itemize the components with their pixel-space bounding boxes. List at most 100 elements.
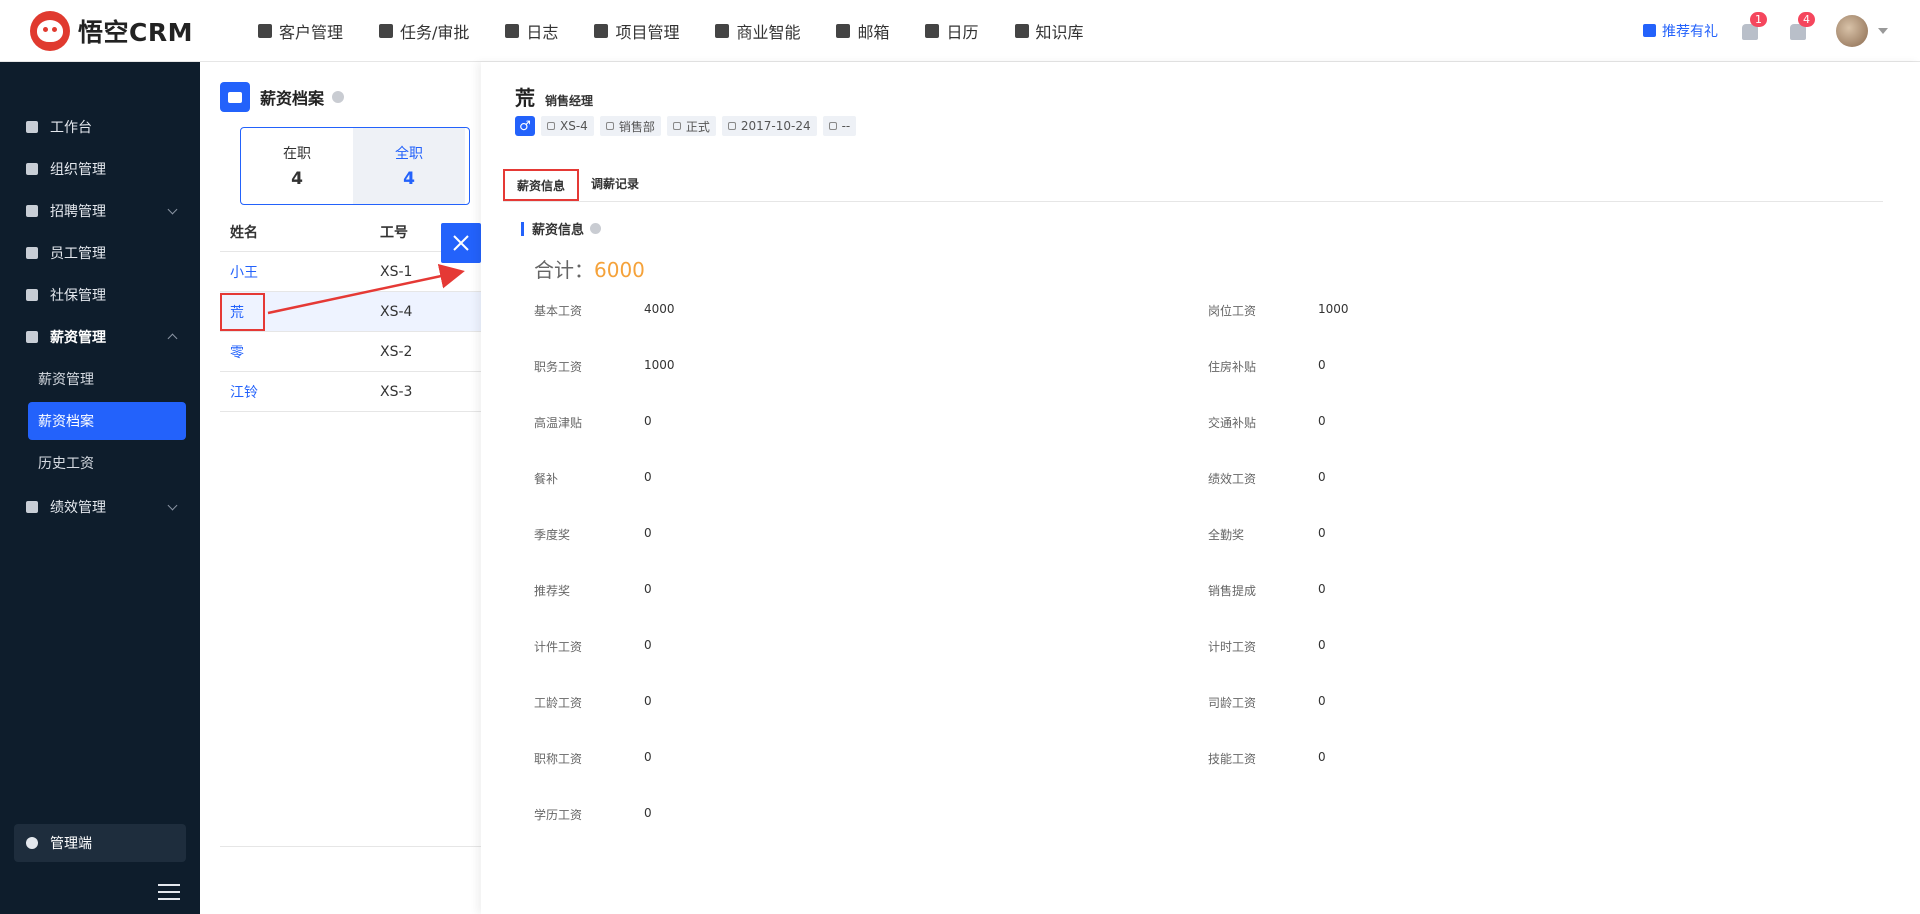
employee-name-link[interactable]: 小王 <box>220 262 380 282</box>
nav-task[interactable]: 任务/审批 <box>361 0 487 62</box>
table-row[interactable]: 江铃 XS-3 <box>220 372 500 412</box>
monkey-logo-icon <box>30 10 70 51</box>
sidebar-item-org[interactable]: 组织管理 <box>0 148 200 190</box>
sidebar-sub-salary-manage[interactable]: 薪资管理 <box>28 360 186 398</box>
salary-field: 季度奖 0 <box>534 526 1208 582</box>
section-title: 薪资信息 <box>521 219 602 238</box>
sidebar-sub-salary-history[interactable]: 历史工资 <box>28 444 186 482</box>
logo[interactable]: 悟空CRM <box>30 10 220 51</box>
bi-icon <box>715 23 730 38</box>
stat-active[interactable]: 在职 4 <box>241 128 353 204</box>
help-icon[interactable] <box>590 223 602 234</box>
nav-project[interactable]: 项目管理 <box>576 0 697 62</box>
salary-field-label: 学历工资 <box>534 808 583 822</box>
sidebar-item-recruit[interactable]: 招聘管理 <box>0 190 200 232</box>
salary-field-value: 1000 <box>644 358 675 372</box>
salary-field-label: 住房补贴 <box>1208 360 1257 374</box>
salary-field-label: 计件工资 <box>534 640 583 654</box>
tab-salary-info[interactable]: 薪资信息 <box>503 169 580 201</box>
briefcase-icon <box>26 205 38 217</box>
salary-field-label: 销售提成 <box>1208 584 1257 598</box>
salary-field: 住房补贴 0 <box>1208 358 1882 414</box>
nav-log[interactable]: 日志 <box>487 0 576 62</box>
employee-detail-panel: 荒 销售经理 ♂ XS-4 销售部 正式 2017-10-24 -- 薪资信息 … <box>481 62 1920 914</box>
salary-field: 绩效工资 0 <box>1208 470 1882 526</box>
salary-field: 基本工资 4000 <box>534 302 1208 358</box>
salary-field-label: 餐补 <box>534 472 559 486</box>
nav-knowledge[interactable]: 知识库 <box>997 0 1102 62</box>
referral-link[interactable]: 推荐有礼 <box>1643 21 1718 41</box>
salary-field-label: 岗位工资 <box>1208 304 1257 318</box>
salary-field-value: 0 <box>644 694 652 708</box>
employee-name-link[interactable]: 江铃 <box>220 382 380 402</box>
salary-field: 学历工资 0 <box>534 806 1208 862</box>
avatar[interactable] <box>1836 14 1868 47</box>
notification-button[interactable]: 4 <box>1788 11 1815 42</box>
sidebar-item-salary[interactable]: 薪资管理 <box>0 316 200 358</box>
salary-field-value: 0 <box>644 806 652 820</box>
sidebar-item-employee[interactable]: 员工管理 <box>0 232 200 274</box>
project-icon <box>594 23 609 38</box>
salary-field-value: 0 <box>644 582 652 596</box>
clock-icon <box>672 122 681 130</box>
detail-tabs: 薪资信息 调薪记录 <box>503 166 1883 202</box>
employee-name-link[interactable]: 零 <box>220 342 380 362</box>
id-card-icon <box>547 122 555 130</box>
detail-tags: ♂ XS-4 销售部 正式 2017-10-24 -- <box>515 116 862 136</box>
sidebar-item-social-security[interactable]: 社保管理 <box>0 274 200 316</box>
sidebar-item-performance[interactable]: 绩效管理 <box>0 486 200 528</box>
logo-text: 悟空CRM <box>78 17 193 47</box>
salary-field-value: 0 <box>644 638 652 652</box>
salary-field-label: 高温津贴 <box>534 416 583 430</box>
nav-calendar[interactable]: 日历 <box>907 0 996 62</box>
salary-field: 高温津贴 0 <box>534 414 1208 470</box>
nav-bi[interactable]: 商业智能 <box>697 0 818 62</box>
help-icon[interactable] <box>332 91 345 103</box>
calendar-icon <box>925 23 940 38</box>
chevron-down-icon[interactable] <box>1878 27 1888 34</box>
nav-customer[interactable]: 客户管理 <box>240 0 361 62</box>
stat-box: 在职 4 全职 4 <box>240 127 470 205</box>
divider <box>220 846 500 847</box>
annotation-highlight-box <box>220 293 265 331</box>
announcement-button[interactable]: 1 <box>1740 11 1767 42</box>
salary-field-value: 0 <box>1318 582 1326 596</box>
salary-field-value: 0 <box>1318 414 1326 428</box>
salary-field-value: 0 <box>1318 358 1326 372</box>
tab-salary-adjust[interactable]: 调薪记录 <box>579 165 651 201</box>
salary-field-value: 0 <box>1318 470 1326 484</box>
salary-field-value: 0 <box>1318 526 1326 540</box>
sidebar-sub-salary-archive[interactable]: 薪资档案 <box>28 402 186 440</box>
chevron-down-icon <box>167 500 178 511</box>
salary-field-label: 职务工资 <box>534 360 583 374</box>
chevron-down-icon <box>167 204 178 215</box>
salary-field-label: 推荐奖 <box>534 584 571 598</box>
tag-department: 销售部 <box>599 116 661 136</box>
nav-mail[interactable]: 邮箱 <box>818 0 907 62</box>
salary-total: 合计：6000 <box>534 258 645 282</box>
salary-field: 餐补 0 <box>534 470 1208 526</box>
close-icon <box>453 235 469 251</box>
salary-field-label: 绩效工资 <box>1208 472 1257 486</box>
salary-field-label: 职称工资 <box>534 752 583 766</box>
sidebar-item-workbench[interactable]: 工作台 <box>0 106 200 148</box>
admin-button[interactable]: 管理端 <box>14 824 186 862</box>
calendar-icon <box>727 122 736 130</box>
salary-field-value: 0 <box>644 750 652 764</box>
male-icon: ♂ <box>515 116 535 136</box>
salary-field: 计件工资 0 <box>534 638 1208 694</box>
salary-field-label: 计时工资 <box>1208 640 1257 654</box>
salary-field: 技能工资 0 <box>1208 750 1882 806</box>
close-panel-button[interactable] <box>441 223 481 263</box>
sidebar: 工作台 组织管理 招聘管理 员工管理 社保管理 薪资管理 薪资管理 薪资档案 历… <box>0 62 200 914</box>
shield-icon <box>26 289 38 301</box>
table-row[interactable]: 零 XS-2 <box>220 332 500 372</box>
wallet-icon <box>26 331 38 343</box>
salary-field: 司龄工资 0 <box>1208 694 1882 750</box>
stat-fulltime[interactable]: 全职 4 <box>353 128 465 204</box>
salary-field-value: 0 <box>1318 694 1326 708</box>
collapse-menu-icon[interactable] <box>158 884 180 900</box>
top-bar: 悟空CRM 客户管理 任务/审批 日志 项目管理 商业智能 邮箱 日历 知识库 … <box>0 0 1920 294</box>
salary-field: 计时工资 0 <box>1208 638 1882 694</box>
salary-field-value: 0 <box>644 470 652 484</box>
